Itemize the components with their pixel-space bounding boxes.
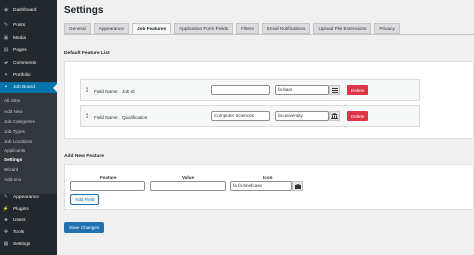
delete-button[interactable]: Delete [347, 85, 369, 95]
university-icon[interactable] [329, 111, 340, 121]
tab-job-features[interactable]: Job Features [131, 23, 172, 34]
menu-label: Media [13, 36, 27, 41]
new-feature-input[interactable] [70, 181, 145, 191]
add-field-button[interactable]: Add Field [70, 194, 100, 205]
menu-comments[interactable]: ▰ Comments [0, 58, 57, 69]
menu-label: Plugins [13, 207, 29, 212]
submenu-add-ons[interactable]: Add-ons [4, 177, 21, 182]
users-icon: ☻ [3, 217, 9, 223]
field-name-label: Field Name: [94, 89, 119, 94]
dashboard-icon: ◉ [3, 7, 9, 13]
menu-label: Appearance [13, 195, 39, 200]
menu-label: Tools [13, 230, 25, 235]
tab-email-notifications[interactable]: Email Notifications [261, 23, 311, 34]
feature-icon-input[interactable]: fa-university [275, 111, 329, 121]
job-board-submenu: All Jobs Add New Job Categories Job Type… [0, 93, 57, 194]
menu-label: Pages [13, 48, 27, 53]
delete-button[interactable]: Delete [347, 111, 369, 121]
page-title: Settings [64, 5, 104, 16]
field-name-value: Job Id [122, 89, 135, 94]
tab-application-form-fields[interactable]: Application Form Fields [174, 23, 234, 34]
submenu-job-locations[interactable]: Job Locations [4, 139, 32, 144]
menu-posts[interactable]: ✎ Posts [0, 20, 57, 31]
tab-upload-file-extensions[interactable]: Upload File Extensions [313, 23, 372, 34]
page-icon: ▤ [3, 47, 9, 53]
submenu-job-types[interactable]: Job Types [4, 129, 25, 134]
appearance-icon: ✎ [3, 194, 9, 200]
menu-label: Portfolio [13, 73, 31, 78]
menu-label: Comments [13, 61, 37, 66]
menu-label: Dashboard [13, 8, 37, 13]
menu-job-board[interactable]: ▪ Job Board [0, 82, 57, 93]
feature-row: ⁞⁞ Field Name: Qualification Computer Sc… [80, 105, 420, 127]
feature-value-input[interactable]: Computer Sciences [211, 111, 270, 121]
plugin-icon: ⚡ [2, 206, 10, 212]
tabs-divider [64, 34, 474, 35]
menu-label: Settings [13, 242, 31, 247]
feature-row: ⁞⁞ Field Name: Job Id fa-bars Delete [80, 79, 420, 101]
submenu-add-new[interactable]: Add New [4, 109, 23, 114]
menu-media[interactable]: ▣ Media [0, 33, 57, 44]
save-changes-button[interactable]: Save Changes [64, 222, 105, 233]
menu-label: Users [13, 218, 26, 223]
new-value-input[interactable] [150, 181, 226, 191]
bars-icon[interactable] [329, 85, 340, 95]
comment-icon: ▰ [4, 60, 8, 66]
menu-settings[interactable]: ▦ Settings [0, 239, 57, 250]
feature-value-input[interactable] [211, 85, 270, 95]
submenu-applicants[interactable]: Applicants [4, 148, 25, 153]
menu-portfolio[interactable]: ✦ Portfolio [0, 70, 57, 81]
new-icon-input[interactable]: fa fa-briefcase [230, 181, 292, 191]
briefcase-icon[interactable] [292, 181, 303, 191]
active-menu-arrow [53, 84, 57, 92]
briefcase-icon: ▪ [5, 84, 7, 90]
menu-appearance[interactable]: ✎ Appearance [0, 192, 57, 203]
submenu-wizard[interactable]: Wizard [4, 167, 18, 172]
value-column-header: Value [182, 175, 195, 180]
menu-plugins[interactable]: ⚡ Plugins [0, 204, 57, 215]
add-feature-heading: Add New Feature [64, 154, 104, 159]
tab-general[interactable]: General [64, 23, 91, 34]
portfolio-icon: ✦ [3, 72, 9, 78]
submenu-job-categories[interactable]: Job Categories [4, 119, 35, 124]
tools-icon: ✚ [3, 229, 9, 235]
menu-label: Posts [13, 23, 25, 28]
feature-column-header: Feature [100, 175, 117, 180]
default-feature-heading: Default Feature List [64, 51, 110, 56]
menu-tools[interactable]: ✚ Tools [0, 227, 57, 238]
menu-dashboard[interactable]: ◉ Dashboard [0, 5, 57, 16]
pin-icon: ✎ [3, 22, 9, 28]
admin-sidebar: ◉ Dashboard ✎ Posts ▣ Media ▤ Pages ▰ Comment… [0, 0, 57, 255]
menu-pages[interactable]: ▤ Pages [0, 45, 57, 56]
menu-label: Job Board [13, 85, 35, 90]
drag-handle-icon[interactable]: ⁞⁞ [86, 88, 89, 94]
settings-icon: ▦ [3, 241, 9, 247]
feature-icon-input[interactable]: fa-bars [275, 85, 329, 95]
field-name-value: Qualification [122, 115, 148, 120]
tab-appearance[interactable]: Appearance [93, 23, 129, 34]
submenu-all-jobs[interactable]: All Jobs [4, 98, 20, 103]
media-icon: ▣ [3, 35, 9, 41]
tab-privacy[interactable]: Privacy [374, 23, 400, 34]
submenu-settings[interactable]: Settings [4, 157, 22, 162]
menu-users[interactable]: ☻ Users [0, 215, 57, 226]
settings-tabs: General Appearance Job Features Applicat… [64, 23, 400, 34]
icon-column-header: Icon [263, 175, 273, 180]
drag-handle-icon[interactable]: ⁞⁞ [86, 114, 89, 120]
tab-filters[interactable]: Filters [236, 23, 259, 34]
field-name-label: Field Name: [94, 115, 119, 120]
